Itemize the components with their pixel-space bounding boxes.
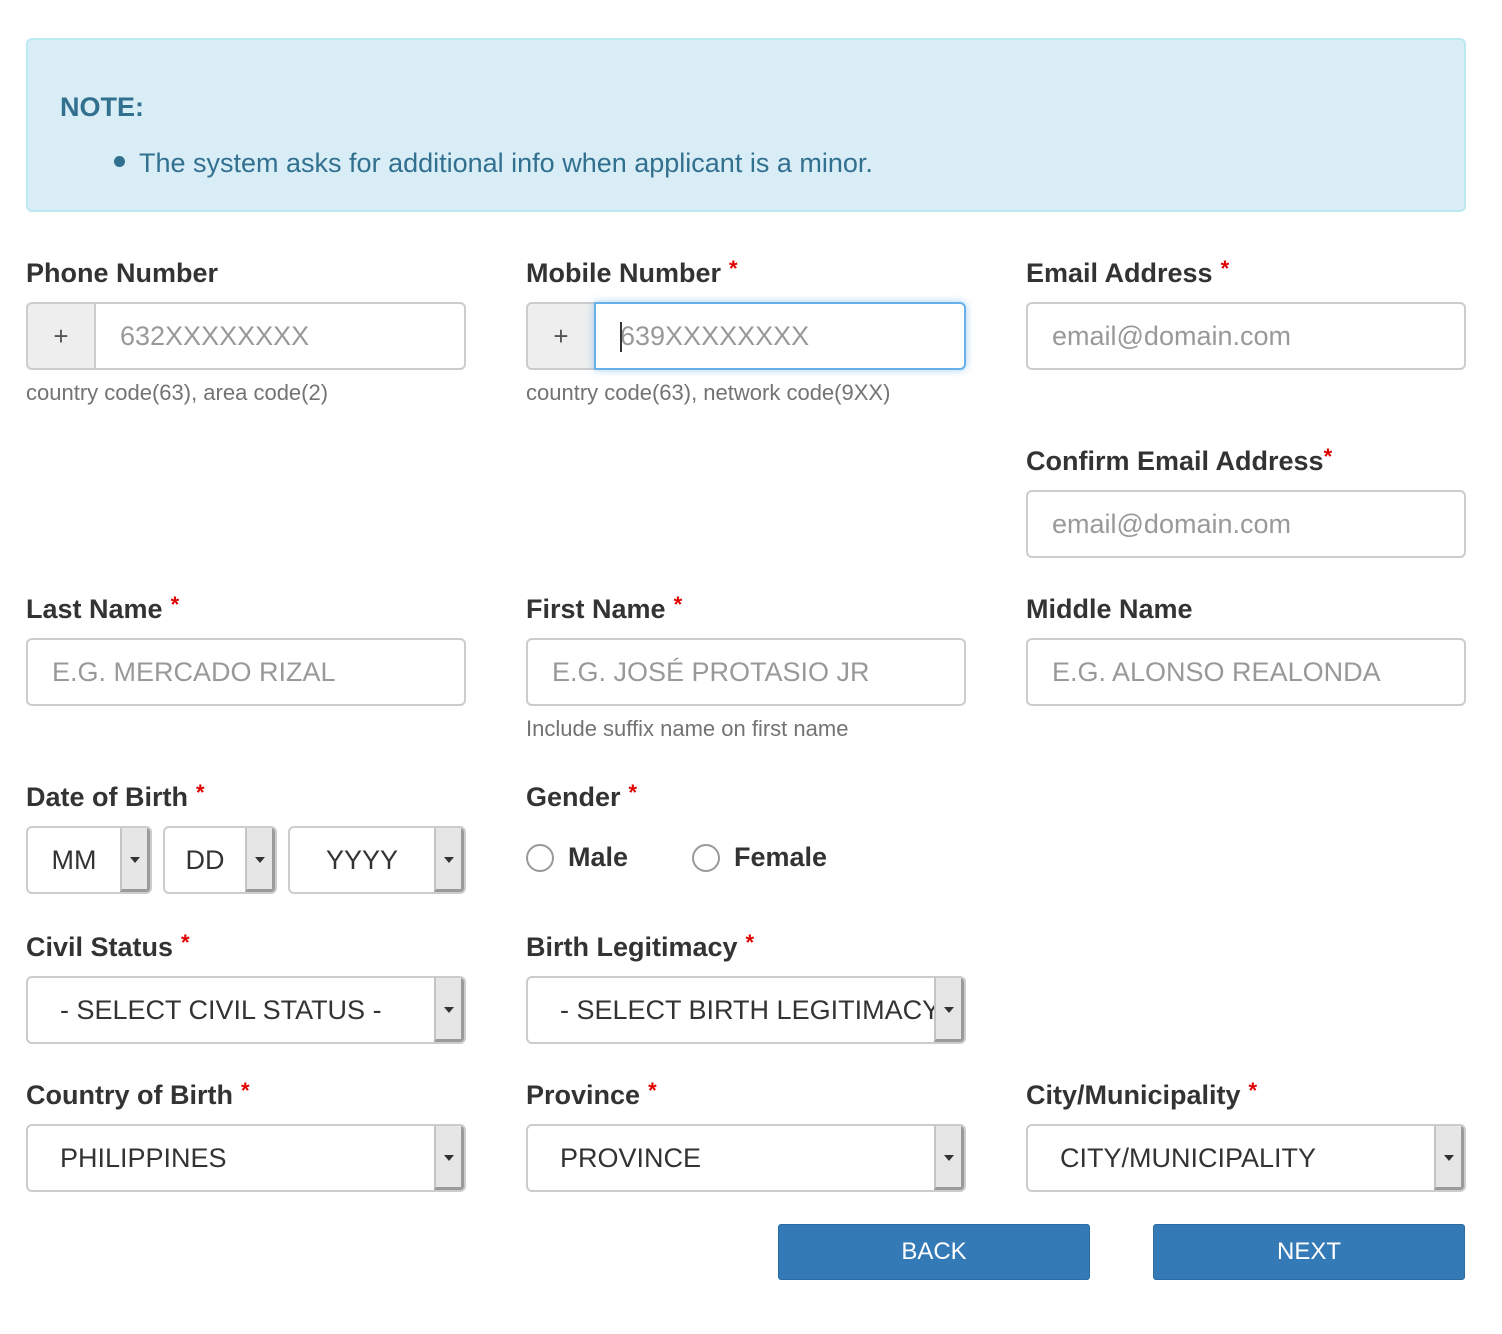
dob-label: Date of Birth *: [26, 780, 205, 812]
phone-number-help: country code(63), area code(2): [26, 380, 329, 405]
country-required-marker: *: [240, 1078, 250, 1103]
civil-status-label: Civil Status *: [26, 930, 190, 962]
country-of-birth-select[interactable]: PHILIPPINES: [26, 1124, 466, 1192]
city-required-marker: *: [1248, 1078, 1258, 1103]
birth-legitimacy-label: Birth Legitimacy *: [526, 930, 755, 962]
last-name-input[interactable]: E.G. MERCADO RIZAL: [26, 638, 466, 706]
first-name-help: Include suffix name on first name: [526, 716, 849, 741]
first-name-input[interactable]: E.G. JOSÉ PROTASIO JR: [526, 638, 966, 706]
radio-male[interactable]: [526, 843, 554, 872]
email-label: Email Address *: [1026, 256, 1230, 288]
email-input[interactable]: email@domain.com: [1026, 302, 1466, 370]
dob-month-value: MM: [51, 845, 97, 875]
note-alert: NOTE: The system asks for additional inf…: [26, 38, 1466, 212]
birth-legitimacy-select[interactable]: - SELECT BIRTH LEGITIMACY -: [526, 976, 966, 1044]
first-name-required-marker: *: [673, 592, 683, 617]
chevron-down-icon: [934, 1126, 964, 1190]
chevron-down-icon: [934, 978, 964, 1042]
gender-male-option[interactable]: Male: [526, 842, 628, 873]
gender-male-label[interactable]: Male: [568, 842, 628, 873]
country-of-birth-value: PHILIPPINES: [60, 1143, 227, 1173]
confirm-email-placeholder: email@domain.com: [1052, 509, 1291, 539]
mobile-number-group: + 639XXXXXXXX: [526, 302, 966, 370]
text-cursor: [620, 322, 622, 352]
chevron-down-icon: [434, 978, 464, 1042]
mobile-plus-addon: +: [526, 302, 594, 370]
province-value: PROVINCE: [560, 1143, 702, 1173]
confirm-email-input[interactable]: email@domain.com: [1026, 490, 1466, 558]
province-select[interactable]: PROVINCE: [526, 1124, 966, 1192]
mobile-number-label: Mobile Number *: [526, 256, 738, 288]
last-name-placeholder: E.G. MERCADO RIZAL: [52, 657, 336, 687]
birth-legitimacy-required-marker: *: [745, 930, 755, 955]
middle-name-label: Middle Name: [1026, 594, 1193, 624]
note-bullet: The system asks for additional info when…: [114, 148, 873, 179]
dob-month-select[interactable]: MM: [26, 826, 152, 894]
gender-female-option[interactable]: Female: [692, 842, 827, 873]
province-label: Province *: [526, 1078, 657, 1110]
phone-number-label: Phone Number: [26, 258, 219, 288]
phone-number-input[interactable]: 632XXXXXXXX: [94, 302, 466, 370]
email-placeholder: email@domain.com: [1052, 321, 1291, 351]
phone-number-placeholder: 632XXXXXXXX: [120, 321, 310, 351]
chevron-down-icon: [434, 1126, 464, 1190]
city-label: City/Municipality *: [1026, 1078, 1258, 1110]
bullet-dot-icon: [114, 156, 125, 168]
birth-legitimacy-value: - SELECT BIRTH LEGITIMACY -: [560, 995, 934, 1025]
country-of-birth-label: Country of Birth *: [26, 1078, 250, 1110]
chevron-down-icon: [120, 828, 150, 892]
chevron-down-icon: [1434, 1126, 1464, 1190]
mobile-required-marker: *: [729, 256, 738, 281]
note-bullet-text: The system asks for additional info when…: [139, 148, 873, 178]
gender-required-marker: *: [628, 780, 638, 805]
dob-day-select[interactable]: DD: [163, 826, 277, 894]
middle-name-input[interactable]: E.G. ALONSO REALONDA: [1026, 638, 1466, 706]
gender-female-label[interactable]: Female: [734, 842, 827, 873]
mobile-number-placeholder: 639XXXXXXXX: [620, 321, 810, 351]
middle-name-placeholder: E.G. ALONSO REALONDA: [1052, 657, 1381, 687]
note-title: NOTE:: [60, 92, 144, 122]
dob-required-marker: *: [196, 780, 205, 805]
mobile-number-input[interactable]: 639XXXXXXXX: [594, 302, 966, 370]
radio-female[interactable]: [692, 843, 720, 872]
confirm-email-label: Confirm Email Address*: [1026, 444, 1333, 476]
email-required-marker: *: [1220, 256, 1230, 281]
chevron-down-icon: [434, 828, 464, 892]
civil-status-required-marker: *: [181, 930, 190, 955]
civil-status-value: - SELECT CIVIL STATUS -: [60, 995, 382, 1025]
gender-label: Gender *: [526, 780, 638, 812]
last-name-required-marker: *: [170, 592, 180, 617]
dob-year-select[interactable]: YYYY: [288, 826, 466, 894]
first-name-placeholder: E.G. JOSÉ PROTASIO JR: [552, 657, 870, 687]
civil-status-select[interactable]: - SELECT CIVIL STATUS -: [26, 976, 466, 1044]
first-name-label: First Name *: [526, 592, 683, 624]
province-required-marker: *: [648, 1078, 657, 1103]
dob-day-value: DD: [185, 845, 225, 875]
confirm-email-required-marker: *: [1323, 444, 1333, 469]
city-select[interactable]: CITY/MUNICIPALITY: [1026, 1124, 1466, 1192]
phone-number-group: + 632XXXXXXXX: [26, 302, 466, 370]
back-button[interactable]: BACK: [778, 1224, 1090, 1280]
city-value: CITY/MUNICIPALITY: [1060, 1143, 1317, 1173]
chevron-down-icon: [245, 828, 275, 892]
mobile-number-help: country code(63), network code(9XX): [526, 380, 891, 405]
last-name-label: Last Name *: [26, 592, 180, 624]
phone-plus-addon: +: [26, 302, 94, 370]
next-button[interactable]: NEXT: [1153, 1224, 1465, 1280]
dob-year-value: YYYY: [325, 845, 399, 875]
